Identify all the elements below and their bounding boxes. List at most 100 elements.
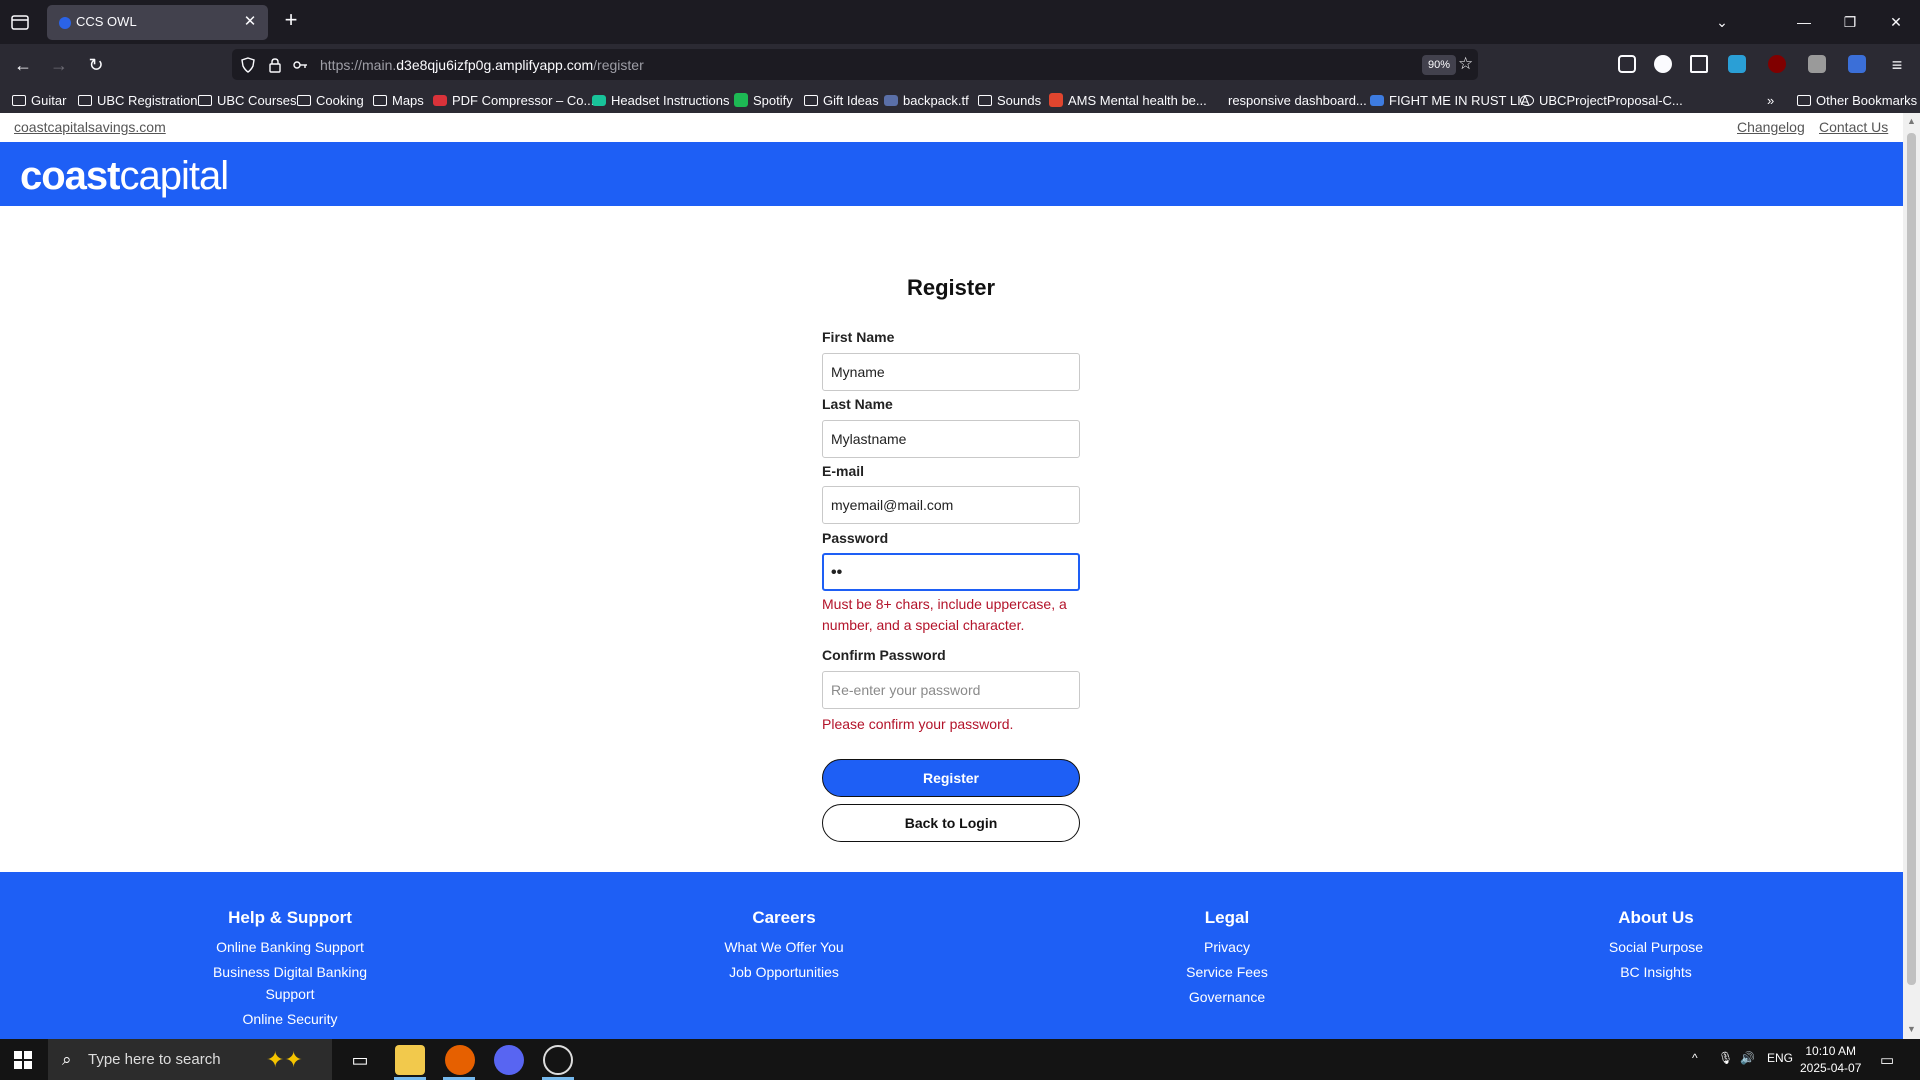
bookmark-item[interactable]: UBC Registration xyxy=(78,91,197,109)
lock-icon[interactable] xyxy=(267,57,283,73)
browser-tab-strip: CCS OWL ✕ + ⌄ — ❐ ✕ xyxy=(0,0,1920,44)
tab-overflow-chevron-icon[interactable]: ⌄ xyxy=(1710,12,1734,32)
address-bar[interactable]: https://main.d3e8qju6izfp0g.amplifyapp.c… xyxy=(232,49,1478,80)
extension-bitwarden-icon[interactable] xyxy=(1848,55,1866,73)
bookmark-item[interactable]: Spotify xyxy=(734,91,793,109)
extensions-puzzle-icon[interactable] xyxy=(1690,55,1708,73)
bookmarks-toolbar: Guitar UBC Registration UBC Courses Cook… xyxy=(0,85,1920,113)
footer-link[interactable]: Social Purpose xyxy=(1556,936,1756,958)
notification-center-icon[interactable]: ▭ xyxy=(1880,1051,1894,1069)
contact-us-link[interactable]: Contact Us xyxy=(1819,119,1888,135)
bookmark-star-icon[interactable]: ☆ xyxy=(1458,54,1473,74)
reload-icon[interactable]: ↻ xyxy=(83,53,109,77)
first-name-input[interactable]: Myname xyxy=(822,353,1080,391)
speaker-icon[interactable]: 🔊 xyxy=(1740,1051,1755,1065)
register-button[interactable]: Register xyxy=(822,759,1080,797)
footer-help-column: Help & Support Online Banking Support Bu… xyxy=(190,908,390,1033)
pdf-compressor-icon xyxy=(433,94,447,106)
zoom-indicator[interactable]: 90% xyxy=(1422,55,1457,75)
email-label: E-mail xyxy=(822,463,865,479)
ublock-icon[interactable] xyxy=(1768,55,1786,73)
bookmark-item[interactable]: FIGHT ME IN RUST LIA xyxy=(1370,91,1529,109)
pocket-icon[interactable] xyxy=(1618,55,1636,73)
footer-link[interactable]: Online Banking Support xyxy=(190,936,390,958)
globe-icon xyxy=(1520,94,1534,106)
bookmark-item[interactable]: Cooking xyxy=(297,91,364,109)
changelog-link[interactable]: Changelog xyxy=(1737,119,1805,135)
bookmark-label: responsive dashboard... xyxy=(1228,92,1367,108)
footer-link[interactable]: Job Opportunities xyxy=(684,961,884,983)
bookmark-item[interactable]: PDF Compressor – Co... xyxy=(433,91,594,109)
password-input[interactable]: •• xyxy=(822,553,1080,591)
extension-gray-icon[interactable] xyxy=(1808,55,1826,73)
bookmark-item[interactable]: responsive dashboard... xyxy=(1228,91,1367,109)
scroll-down-arrow-icon[interactable]: ▼ xyxy=(1906,1024,1917,1035)
discord-icon[interactable] xyxy=(494,1045,524,1075)
bookmark-item[interactable]: Headset Instructions xyxy=(592,91,730,109)
footer-link[interactable]: BC Insights xyxy=(1556,961,1756,983)
bookmark-item[interactable]: UBC Courses xyxy=(198,91,296,109)
forward-arrow-icon[interactable]: → xyxy=(46,53,72,77)
confirm-password-input[interactable]: Re-enter your password xyxy=(822,671,1080,709)
scrollbar-thumb[interactable] xyxy=(1907,133,1916,985)
copilot-sparkle-icon[interactable]: ✦✦ xyxy=(266,1047,303,1073)
bookmark-label: Maps xyxy=(392,92,424,108)
folder-icon xyxy=(373,94,387,106)
first-name-label: First Name xyxy=(822,329,895,345)
page-scrollbar[interactable]: ▲ ▼ xyxy=(1903,113,1920,1039)
last-name-label: Last Name xyxy=(822,396,893,412)
menu-hamburger-icon[interactable]: ≡ xyxy=(1884,53,1910,77)
footer-link[interactable]: What We Offer You xyxy=(684,936,884,958)
bookmark-item[interactable]: Gift Ideas xyxy=(804,91,879,109)
backpack-icon xyxy=(884,94,898,106)
account-m-icon[interactable] xyxy=(1654,55,1672,73)
bookmarks-overflow-icon[interactable]: » xyxy=(1767,91,1774,109)
tab-list-icon[interactable] xyxy=(8,11,32,33)
footer-link[interactable]: Service Fees xyxy=(1127,961,1327,983)
file-explorer-icon[interactable] xyxy=(395,1045,425,1075)
obs-icon[interactable] xyxy=(543,1045,573,1075)
email-input[interactable]: myemail@mail.com xyxy=(822,486,1080,524)
bookmark-item[interactable]: Maps xyxy=(373,91,424,109)
bookmark-item[interactable]: backpack.tf xyxy=(884,91,969,109)
bookmark-label: PDF Compressor – Co... xyxy=(452,92,595,108)
footer-link[interactable]: Online Security xyxy=(190,1008,390,1030)
restore-icon[interactable]: ❐ xyxy=(1838,12,1862,32)
back-to-login-button[interactable]: Back to Login xyxy=(822,804,1080,842)
firefox-icon[interactable] xyxy=(445,1045,475,1075)
url-text[interactable]: https://main.d3e8qju6izfp0g.amplifyapp.c… xyxy=(320,57,644,73)
bookmark-item[interactable]: Sounds xyxy=(978,91,1041,109)
footer-link[interactable]: Privacy xyxy=(1127,936,1327,958)
other-bookmarks[interactable]: Other Bookmarks xyxy=(1797,91,1917,109)
register-form: Register First Name Myname Last Name Myl… xyxy=(822,273,1080,842)
bookmark-label: UBCProjectProposal-C... xyxy=(1539,92,1683,108)
minimize-icon[interactable]: — xyxy=(1792,12,1816,32)
scroll-up-arrow-icon[interactable]: ▲ xyxy=(1906,116,1917,127)
bookmark-item[interactable]: UBCProjectProposal-C... xyxy=(1520,91,1683,109)
input-language[interactable]: ENG xyxy=(1767,1051,1793,1065)
shield-icon[interactable] xyxy=(240,57,256,73)
extension-blue-icon[interactable] xyxy=(1728,55,1746,73)
new-tab-button[interactable]: + xyxy=(280,9,302,32)
coastcapital-logo[interactable]: coastcapital xyxy=(20,154,229,199)
key-icon[interactable] xyxy=(292,57,308,73)
page-viewport: coastcapitalsavings.com Changelog Contac… xyxy=(0,113,1920,1039)
footer-link[interactable]: Business Digital Banking Support xyxy=(190,961,390,1005)
system-clock[interactable]: 10:10 AM 2025-04-07 xyxy=(1800,1043,1861,1077)
tab-close-icon[interactable]: ✕ xyxy=(240,12,260,32)
coastcapital-site-link[interactable]: coastcapitalsavings.com xyxy=(14,119,166,135)
browser-tab[interactable]: CCS OWL ✕ xyxy=(47,5,268,40)
bookmark-item[interactable]: Guitar xyxy=(12,91,66,109)
windows-start-icon[interactable] xyxy=(14,1051,32,1074)
last-name-input[interactable]: Mylastname xyxy=(822,420,1080,458)
footer-heading: Help & Support xyxy=(228,908,352,927)
back-arrow-icon[interactable]: ← xyxy=(10,53,36,77)
bookmark-item[interactable]: AMS Mental health be... xyxy=(1049,91,1207,109)
taskbar-search-box[interactable]: ⌕ Type here to search ✦✦ xyxy=(48,1039,332,1080)
tray-chevron-up-icon[interactable]: ^ xyxy=(1692,1051,1698,1065)
footer-link[interactable]: Governance xyxy=(1127,986,1327,1008)
microphone-icon[interactable]: 🎙 xyxy=(1718,1051,1733,1065)
folder-icon xyxy=(297,94,311,106)
task-view-icon[interactable]: ▭ xyxy=(345,1045,375,1075)
window-close-icon[interactable]: ✕ xyxy=(1884,12,1908,32)
